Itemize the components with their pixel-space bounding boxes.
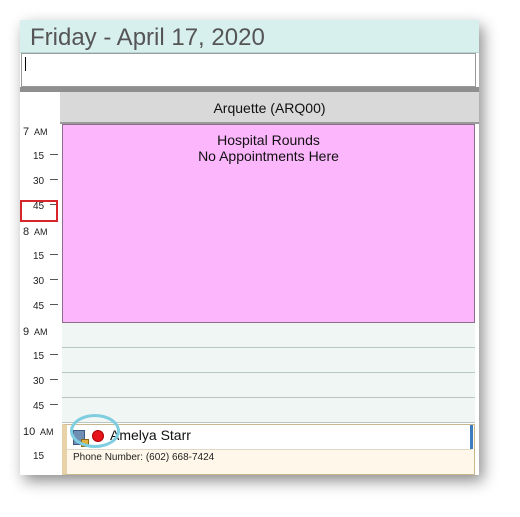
appointment-card[interactable]: Amelya Starr Phone Number: (602) 668-742… bbox=[62, 424, 475, 475]
patient-phone: Phone Number: (602) 668-7424 bbox=[73, 452, 215, 463]
appointment-edge-marker bbox=[470, 425, 473, 449]
time-slot-label[interactable]: 15 bbox=[20, 249, 58, 274]
time-slot-label[interactable]: 15 bbox=[20, 349, 58, 374]
scheduler-window: Friday - April 17, 2020 Arquette (ARQ00)… bbox=[20, 20, 479, 475]
blocked-time-title: Hospital Rounds bbox=[217, 132, 320, 148]
time-slot-label[interactable]: 7 AM bbox=[20, 124, 58, 149]
date-title: Friday - April 17, 2020 bbox=[30, 24, 265, 51]
blocked-time-note: No Appointments Here bbox=[198, 148, 339, 164]
highlight-ring bbox=[70, 414, 120, 448]
time-slot-label[interactable]: 15 bbox=[20, 149, 58, 174]
date-header: Friday - April 17, 2020 bbox=[20, 20, 479, 53]
time-slot-label[interactable]: 30 bbox=[20, 374, 58, 399]
time-slot-label[interactable]: 8 AM bbox=[20, 224, 58, 249]
note-input[interactable] bbox=[21, 53, 476, 87]
text-caret bbox=[25, 57, 26, 71]
selected-slot-outline bbox=[20, 200, 58, 222]
appointment-name-row: Amelya Starr bbox=[67, 425, 473, 450]
time-slot-label[interactable]: 10 AM bbox=[20, 424, 58, 449]
patient-name: Amelya Starr bbox=[110, 427, 191, 443]
time-slot-label[interactable]: 9 AM bbox=[20, 324, 58, 349]
time-slot-label[interactable]: 15 bbox=[20, 449, 58, 474]
open-slot[interactable] bbox=[62, 323, 475, 348]
open-slot[interactable] bbox=[62, 398, 475, 423]
time-slot-label[interactable]: 45 bbox=[20, 299, 58, 324]
provider-column-header[interactable]: Arquette (ARQ00) bbox=[60, 92, 479, 124]
time-slot-label[interactable]: 45 bbox=[20, 399, 58, 424]
time-slot-label[interactable]: 30 bbox=[20, 274, 58, 299]
open-slot[interactable] bbox=[62, 348, 475, 373]
blocked-time-block[interactable]: Hospital Rounds No Appointments Here bbox=[62, 124, 475, 323]
time-slot-label[interactable]: 30 bbox=[20, 174, 58, 199]
open-slot[interactable] bbox=[62, 373, 475, 398]
